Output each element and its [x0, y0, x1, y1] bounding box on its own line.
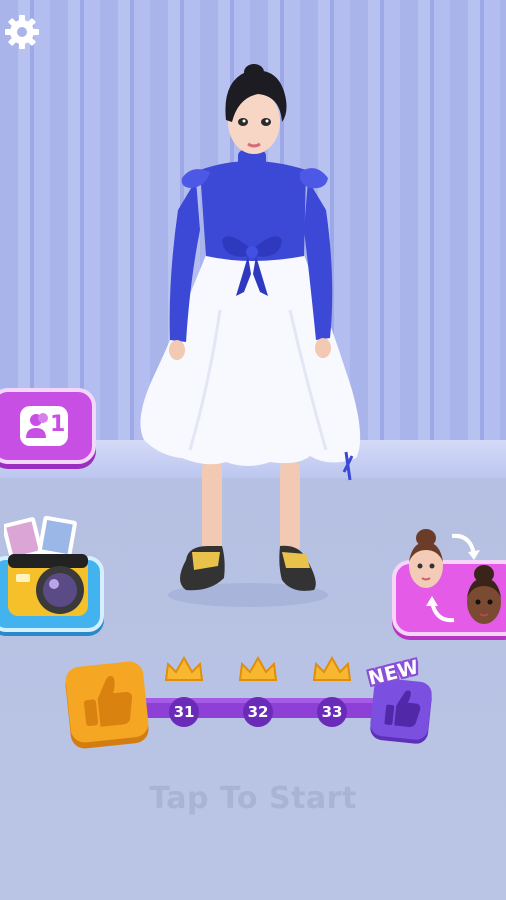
level-node-32: 32 [238, 655, 278, 727]
crown-icon [312, 655, 352, 681]
face-swap-icon [409, 529, 501, 624]
crown-icon [238, 655, 278, 681]
camera-icon [4, 515, 88, 616]
friends-badge: 1 [20, 406, 68, 446]
character-model[interactable] [130, 60, 380, 620]
friends-count: 1 [50, 412, 66, 437]
level-node-31: 31 [164, 655, 204, 727]
level-number-32: 32 [248, 703, 269, 721]
crown-icon [164, 655, 204, 681]
friends-button[interactable]: 1 [0, 388, 96, 464]
tap-to-start-prompt[interactable]: Tap To Start [0, 781, 506, 816]
gear-icon[interactable] [2, 12, 42, 52]
level-number-33: 33 [322, 703, 343, 721]
level-node-33: 33 [312, 655, 352, 727]
current-level-tile [65, 661, 149, 749]
level-number-31: 31 [174, 703, 195, 721]
